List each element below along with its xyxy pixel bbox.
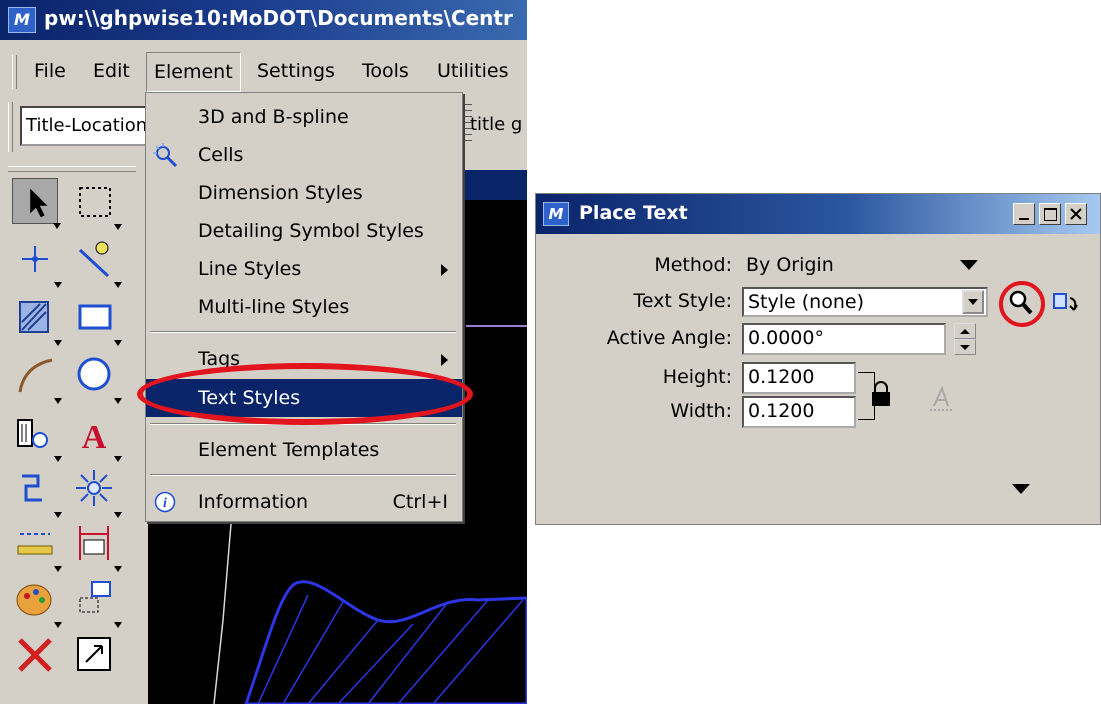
submenu-arrow-icon bbox=[441, 264, 448, 276]
height-input[interactable]: 0.1200 bbox=[742, 362, 856, 394]
menu-separator bbox=[150, 331, 456, 333]
menu-item-dimension-styles[interactable]: Dimension Styles bbox=[146, 174, 462, 212]
close-button[interactable] bbox=[1065, 203, 1087, 225]
menu-item-label: Cells bbox=[198, 144, 244, 166]
menu-utilities-label: Utilities bbox=[437, 60, 509, 82]
menu-item-multi-line-styles[interactable]: Multi-line Styles bbox=[146, 288, 462, 326]
menu-element[interactable]: Element bbox=[146, 52, 241, 92]
attributes-palette-tool-icon[interactable] bbox=[12, 576, 62, 628]
menu-edit[interactable]: Edit bbox=[86, 52, 137, 90]
minimize-button[interactable] bbox=[1013, 203, 1035, 225]
maximize-button[interactable] bbox=[1039, 203, 1061, 225]
text-style-dropdown-button[interactable] bbox=[962, 290, 984, 314]
menu-item-label: Element Templates bbox=[198, 439, 380, 461]
scale-tool-icon[interactable] bbox=[72, 632, 118, 678]
hatch-area-tool-icon[interactable] bbox=[12, 294, 62, 346]
toolbar-grip[interactable] bbox=[8, 102, 13, 152]
place-text-dialog bbox=[535, 193, 1101, 525]
menu-item-detailing-symbol-styles[interactable]: Detailing Symbol Styles bbox=[146, 212, 462, 250]
active-angle-input[interactable]: 0.0000° bbox=[742, 323, 946, 355]
dimension-tool-icon[interactable] bbox=[12, 466, 62, 518]
place-cell-tool-icon[interactable] bbox=[12, 410, 62, 462]
close-icon bbox=[1070, 208, 1082, 220]
height-label: Height: bbox=[662, 366, 732, 388]
element-dropdown-menu: 3D and B-spline Cells Dimension Styles D… bbox=[145, 92, 463, 522]
place-point-tool-icon[interactable] bbox=[12, 236, 62, 288]
menu-item-3d-bspline[interactable]: 3D and B-spline bbox=[146, 98, 462, 136]
method-label: Method: bbox=[654, 254, 732, 276]
menu-file[interactable]: File bbox=[27, 52, 73, 90]
menu-tools[interactable]: Tools bbox=[355, 52, 416, 90]
element-selection-tool-icon[interactable] bbox=[12, 178, 61, 229]
menu-item-label: Detailing Symbol Styles bbox=[198, 220, 424, 242]
menu-item-label: Line Styles bbox=[198, 258, 302, 280]
match-text-attributes-icon[interactable] bbox=[1050, 288, 1082, 316]
menu-item-label: Dimension Styles bbox=[198, 182, 363, 204]
place-block-tool-icon[interactable] bbox=[72, 294, 122, 346]
place-circle-tool-icon[interactable] bbox=[72, 352, 122, 404]
menu-item-cells[interactable]: Cells bbox=[146, 136, 462, 174]
spin-down-icon bbox=[960, 345, 970, 350]
menu-item-label: Multi-line Styles bbox=[198, 296, 350, 318]
copy-element-tool-icon[interactable] bbox=[72, 576, 122, 628]
svg-text:i: i bbox=[163, 496, 167, 511]
place-arc-tool-icon[interactable] bbox=[12, 352, 62, 404]
width-label: Width: bbox=[670, 400, 732, 422]
menu-item-information[interactable]: i Information Ctrl+I bbox=[146, 483, 462, 521]
menu-utilities[interactable]: Utilities bbox=[430, 52, 516, 90]
palette-grip[interactable] bbox=[8, 166, 136, 172]
menu-edit-label: Edit bbox=[93, 60, 130, 82]
menu-element-label: Element bbox=[154, 61, 233, 83]
chevron-down-icon bbox=[960, 260, 978, 270]
red-highlight-ellipse bbox=[137, 363, 473, 425]
measure-tool-icon[interactable] bbox=[12, 520, 62, 572]
menu-item-element-templates[interactable]: Element Templates bbox=[146, 431, 462, 469]
menu-separator bbox=[150, 474, 456, 476]
method-value: By Origin bbox=[746, 254, 834, 276]
menu-settings[interactable]: Settings bbox=[250, 52, 342, 90]
text-style-value: Style (none) bbox=[748, 291, 864, 313]
menu-settings-label: Settings bbox=[257, 60, 335, 82]
width-input[interactable]: 0.1200 bbox=[742, 396, 856, 428]
angle-spin-down-button[interactable] bbox=[954, 339, 976, 355]
cells-icon bbox=[153, 143, 178, 168]
menu-item-label: 3D and B-spline bbox=[198, 106, 349, 128]
dimension-size-tool-icon[interactable] bbox=[72, 520, 122, 572]
method-dropdown[interactable]: By Origin bbox=[742, 251, 990, 281]
lock-icon[interactable] bbox=[869, 380, 893, 408]
menu-item-line-styles[interactable]: Line Styles bbox=[146, 250, 462, 288]
main-window-title: pw:\\ghpwise10:MoDOT\Documents\Centr bbox=[44, 6, 513, 30]
menubar-grip[interactable] bbox=[12, 55, 17, 89]
red-highlight-circle bbox=[999, 281, 1045, 327]
active-angle-label: Active Angle: bbox=[606, 327, 732, 349]
toolbar-title-fragment[interactable]: title g bbox=[470, 114, 522, 135]
text-style-dropdown[interactable]: Style (none) bbox=[742, 287, 988, 317]
menu-item-shortcut: Ctrl+I bbox=[392, 491, 448, 513]
text-style-label: Text Style: bbox=[633, 290, 732, 312]
detailing-tool-icon[interactable] bbox=[72, 466, 122, 518]
information-icon: i bbox=[154, 491, 176, 513]
place-smartline-tool-icon[interactable] bbox=[72, 236, 122, 288]
submenu-arrow-icon bbox=[441, 354, 448, 366]
spin-up-icon bbox=[960, 329, 970, 334]
fence-tool-icon[interactable] bbox=[72, 178, 122, 230]
place-text-tool-icon[interactable]: A bbox=[72, 410, 122, 462]
minimize-icon bbox=[1019, 218, 1029, 220]
text-underline-disabled-icon bbox=[928, 384, 954, 412]
delete-element-tool-icon[interactable] bbox=[12, 632, 58, 678]
microstation-logo-icon: M bbox=[543, 202, 569, 226]
maximize-icon bbox=[1044, 208, 1057, 221]
menu-file-label: File bbox=[34, 60, 66, 82]
menu-tools-label: Tools bbox=[362, 60, 409, 82]
place-text-title: Place Text bbox=[579, 202, 688, 224]
svg-text:A: A bbox=[82, 419, 107, 456]
expand-dialog-arrow-icon[interactable] bbox=[1012, 484, 1030, 494]
active-level-combo[interactable]: Title-Location bbox=[20, 106, 160, 146]
microstation-logo-icon: M bbox=[8, 7, 36, 33]
angle-spin-up-button[interactable] bbox=[954, 323, 976, 339]
menu-item-label: Information bbox=[198, 491, 308, 513]
